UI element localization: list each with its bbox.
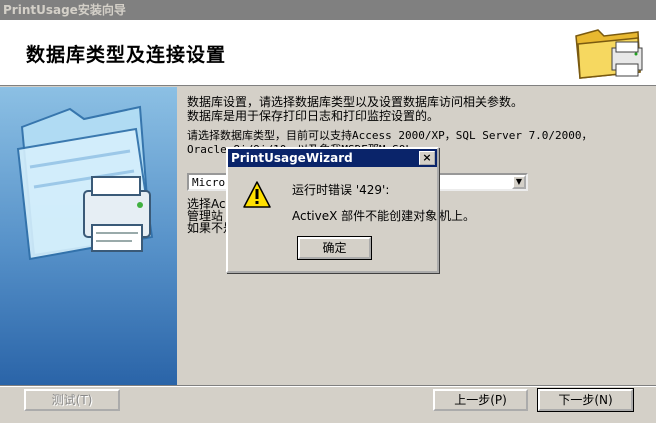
folder-printer-graphic-icon <box>16 105 154 261</box>
warning-icon <box>243 181 271 208</box>
back-button[interactable]: 上一步(P) <box>433 389 528 411</box>
folder-printer-icon <box>575 29 643 79</box>
intro-text-1: 数据库设置，请选择数据库类型以及设置数据库访问相关参数。 <box>187 95 524 109</box>
db-support-text-1: 请选择数据库类型，目前可以支持Access 2000/XP，SQL Server… <box>187 129 593 142</box>
dialog-message: ActiveX 部件不能创建对象 <box>292 209 438 223</box>
close-icon[interactable]: × <box>419 151 435 165</box>
dialog-error-code: 运行时错误 '429': <box>292 183 390 197</box>
next-button[interactable]: 下一步(N) <box>537 388 634 412</box>
error-dialog: PrintUsageWizard × 运行时错误 '429': ActiveX … <box>226 147 439 273</box>
page-title: 数据库类型及连接设置 <box>26 44 227 66</box>
window-titlebar: PrintUsage安装向导 <box>0 0 656 20</box>
test-button[interactable]: 测试(T) <box>24 389 120 411</box>
chevron-down-icon[interactable]: ▼ <box>512 175 526 189</box>
wizard-side-panel <box>0 87 177 385</box>
dialog-title: PrintUsageWizard <box>231 151 353 165</box>
note-text-2-end: 机上。 <box>439 209 476 223</box>
ok-button[interactable]: 确定 <box>297 236 372 260</box>
wizard-header: 数据库类型及连接设置 <box>0 20 656 86</box>
window-title: PrintUsage安装向导 <box>3 3 126 17</box>
intro-text-2: 数据库是用于保存打印日志和打印监控设置的。 <box>187 109 440 123</box>
footer-separator <box>0 385 656 387</box>
dialog-titlebar: PrintUsageWizard × <box>228 149 437 167</box>
